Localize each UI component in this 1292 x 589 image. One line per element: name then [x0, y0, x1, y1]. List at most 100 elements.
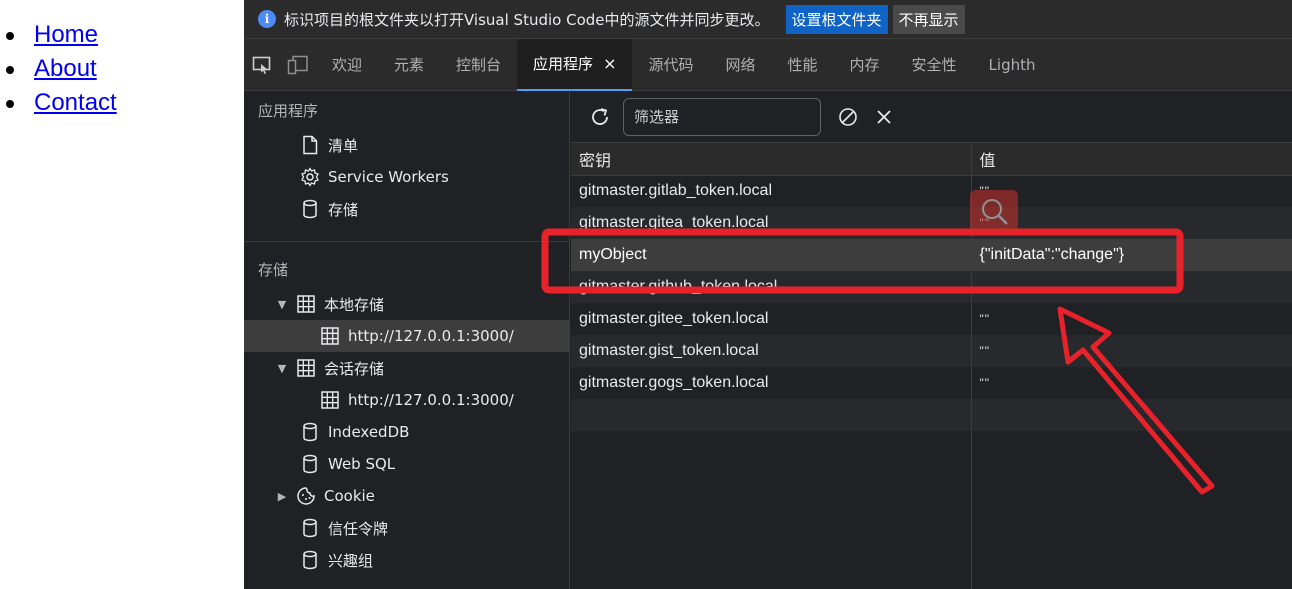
refresh-icon[interactable] — [585, 102, 615, 132]
tab-welcome[interactable]: 欢迎 — [316, 39, 378, 91]
tab-label: 源代码 — [648, 56, 694, 74]
dont-show-again-button[interactable]: 不再显示 — [892, 4, 965, 34]
database-icon — [298, 452, 322, 476]
row-value: "" — [971, 303, 1292, 335]
tab-label: Lighth — [988, 55, 1036, 74]
clear-all-icon[interactable] — [833, 102, 863, 132]
row-value-text: "" — [979, 312, 991, 326]
sidebar-item-label: 信任令牌 — [328, 519, 389, 538]
tab-label: 控制台 — [456, 56, 502, 74]
storage-table: 密钥 值 gitmaster.gitlab_token.local "" git… — [571, 143, 1292, 589]
row-value: "" — [971, 367, 1292, 399]
set-root-folder-button[interactable]: 设置根文件夹 — [785, 4, 888, 34]
tab-memory[interactable]: 内存 — [834, 39, 896, 91]
application-sidebar: 应用程序 清单 Service Workers 存储 存储 ▼ 本地存储 htt… — [244, 91, 570, 589]
inspect-element-icon[interactable] — [244, 39, 280, 91]
row-key: gitmaster.gitea_token.local — [571, 207, 972, 239]
row-value-text: "" — [979, 184, 991, 199]
page-nav: Home About Contact — [0, 18, 244, 120]
gear-icon — [298, 165, 322, 189]
tab-label: 元素 — [394, 56, 425, 74]
row-key: myObject — [571, 239, 972, 271]
table-filler — [571, 431, 1292, 589]
section-title-storage: 存储 — [258, 260, 289, 279]
sidebar-item-session-origin[interactable]: http://127.0.0.1:3000/ — [244, 384, 569, 416]
sidebar-item-label: 存储 — [328, 200, 359, 219]
sidebar-item-local-origin[interactable]: http://127.0.0.1:3000/ — [244, 320, 569, 352]
row-key: gitmaster.github_token.local — [571, 271, 972, 303]
sidebar-item-label: http://127.0.0.1:3000/ — [348, 391, 514, 409]
sidebar-item-trust-tokens[interactable]: 信任令牌 — [244, 512, 569, 544]
key-column-header[interactable]: 密钥 — [571, 143, 972, 176]
grid-icon — [294, 356, 318, 380]
tab-console[interactable]: 控制台 — [440, 39, 517, 91]
row-key: gitmaster.gist_token.local — [571, 335, 972, 367]
tab-elements[interactable]: 元素 — [378, 39, 440, 91]
storage-toolbar — [571, 91, 1292, 143]
tab-security[interactable]: 安全性 — [896, 39, 973, 91]
sidebar-item-cookie[interactable]: ▶ Cookie — [244, 480, 569, 512]
row-key: gitmaster.gitlab_token.local — [571, 175, 972, 207]
table-row[interactable]: gitmaster.gitea_token.local "" — [571, 207, 1292, 239]
sidebar-item-storage[interactable]: 存储 — [244, 193, 569, 225]
device-emulation-icon[interactable] — [280, 39, 316, 91]
nav-item-about: About — [6, 52, 244, 86]
row-value — [971, 271, 1292, 303]
table-row-selected[interactable]: myObject {"initData":"change"} — [571, 239, 1292, 271]
sidebar-item-indexeddb[interactable]: IndexedDB — [244, 416, 569, 448]
row-value — [971, 399, 1292, 431]
expand-arrow-icon[interactable]: ▼ — [274, 362, 290, 375]
tab-performance[interactable]: 性能 — [772, 39, 834, 91]
tab-label: 应用程序 — [533, 55, 594, 73]
document-icon — [298, 133, 322, 157]
row-key — [571, 431, 972, 589]
database-icon — [298, 516, 322, 540]
grid-icon — [294, 292, 318, 316]
tab-sources[interactable]: 源代码 — [632, 39, 709, 91]
database-icon — [298, 197, 322, 221]
table-row[interactable]: gitmaster.github_token.local — [571, 271, 1292, 303]
infobar-message: 标识项目的根文件夹以打开Visual Studio Code中的源文件并同步更改… — [284, 10, 770, 29]
about-link[interactable]: About — [34, 55, 97, 82]
expand-arrow-icon[interactable]: ▼ — [274, 298, 290, 311]
sidebar-item-service-workers[interactable]: Service Workers — [244, 161, 569, 193]
tab-lighthouse[interactable]: Lighth — [973, 39, 1052, 91]
value-column-header[interactable]: 值 — [971, 143, 1292, 176]
sidebar-item-local-storage[interactable]: ▼ 本地存储 — [244, 288, 569, 320]
sidebar-item-session-storage[interactable]: ▼ 会话存储 — [244, 352, 569, 384]
tab-network[interactable]: 网络 — [709, 39, 771, 91]
sidebar-item-manifest[interactable]: 清单 — [244, 129, 569, 161]
database-icon — [298, 548, 322, 572]
contact-link[interactable]: Contact — [34, 89, 117, 116]
home-link[interactable]: Home — [34, 21, 98, 48]
table-row[interactable]: gitmaster.gitee_token.local "" — [571, 303, 1292, 335]
sidebar-item-websql[interactable]: Web SQL — [244, 448, 569, 480]
sidebar-item-label: Web SQL — [328, 455, 396, 473]
devtools-panel: i 标识项目的根文件夹以打开Visual Studio Code中的源文件并同步… — [244, 0, 1292, 589]
sidebar-divider — [244, 241, 569, 242]
tab-label: 安全性 — [911, 56, 957, 74]
infobar: i 标识项目的根文件夹以打开Visual Studio Code中的源文件并同步… — [244, 0, 1292, 39]
storage-view: 密钥 值 gitmaster.gitlab_token.local "" git… — [571, 91, 1292, 589]
expand-arrow-icon[interactable]: ▶ — [274, 490, 290, 503]
sidebar-item-label: Service Workers — [328, 168, 449, 186]
table-row[interactable]: gitmaster.gogs_token.local "" — [571, 367, 1292, 399]
delete-selected-icon[interactable] — [869, 102, 899, 132]
cookie-icon — [294, 484, 318, 508]
tab-label: 网络 — [725, 56, 756, 74]
close-tab-icon[interactable]: × — [603, 54, 616, 73]
filter-input[interactable] — [623, 97, 821, 136]
table-row[interactable]: gitmaster.gist_token.local "" — [571, 335, 1292, 367]
sidebar-item-interest-groups[interactable]: 兴趣组 — [244, 544, 569, 576]
table-row[interactable]: gitmaster.gitlab_token.local "" — [571, 175, 1292, 207]
row-value — [971, 431, 1292, 589]
tab-label: 内存 — [849, 56, 880, 74]
row-value-text: "" — [979, 344, 991, 358]
nav-item-home: Home — [6, 18, 244, 52]
tab-label: 性能 — [787, 56, 818, 74]
sidebar-item-label: Cookie — [324, 487, 375, 505]
sidebar-item-label: http://127.0.0.1:3000/ — [348, 327, 514, 345]
row-key: gitmaster.gogs_token.local — [571, 367, 972, 399]
row-key — [571, 399, 972, 431]
tab-application[interactable]: 应用程序 × — [517, 38, 633, 91]
